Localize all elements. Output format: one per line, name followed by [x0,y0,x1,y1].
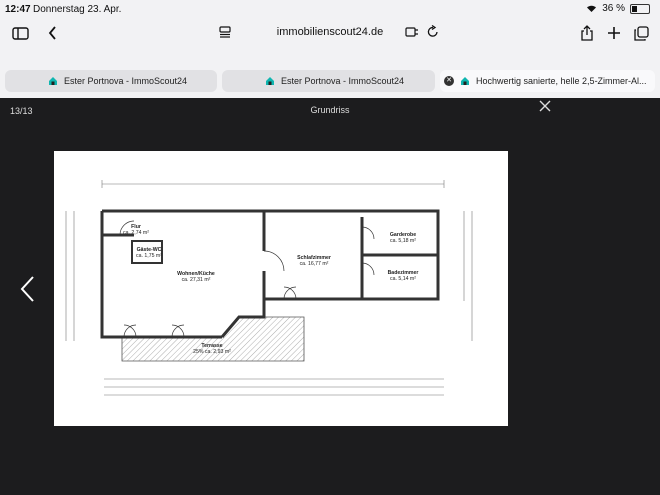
chevron-left-icon [48,26,56,40]
immoscout-favicon-icon [461,77,469,85]
status-date: Donnerstag 23. Apr. [33,4,122,15]
browser-chrome: 12:47 Donnerstag 23. Apr. 36 % immobilie… [0,0,660,98]
room-terrasse-area: 25% ca. 2,93 m² [193,349,231,355]
back-button[interactable] [42,22,64,44]
immoscout-favicon-icon [49,77,57,85]
share-icon [581,25,593,41]
gallery-header: 13/13 Grundriss [0,98,660,122]
address-bar[interactable]: immobilienscout24.de [213,20,447,46]
sidebar-toggle-button[interactable] [9,22,31,44]
share-button[interactable] [576,22,598,44]
room-garderobe-area: ca. 5,18 m² [390,238,416,244]
room-wc-area: ca. 1,75 m² [136,253,162,259]
tabs-icon [633,25,649,41]
tab-bar: Ester Portnova - ImmoScout24 Ester Portn… [5,70,655,92]
floorplan-drawing: Flur ca. 2,74 m² Gäste-WC ca. 1,75 m² Wo… [65,180,473,396]
room-schlafen-area: ca. 16,77 m² [300,261,329,267]
tab-label: Ester Portnova - ImmoScout24 [281,76,405,86]
tab-overview-button[interactable] [630,22,652,44]
wifi-icon [587,5,597,12]
status-bar: 12:47 Donnerstag 23. Apr. 36 % [0,0,660,20]
room-wohnen-area: ca. 27,31 m² [182,277,211,283]
extension-icon[interactable] [405,26,419,38]
battery-percent: 36 % [602,3,625,14]
immoscout-favicon-icon [266,77,274,85]
new-tab-button[interactable] [603,22,625,44]
tab-label: Ester Portnova - ImmoScout24 [64,76,188,86]
previous-image-icon[interactable] [18,275,38,303]
gallery-title: Grundriss [310,105,350,115]
sidebar-icon [11,26,29,40]
plus-icon [608,27,620,39]
reload-icon[interactable] [427,25,439,38]
status-indicators: 36 % [586,3,650,14]
close-icon[interactable] [537,98,553,114]
tab-close-icon[interactable]: ✕ [444,76,454,86]
tab-3-active[interactable]: ✕ Hochwertig sanierte, helle 2,5-Zimmer-… [440,70,655,92]
tab-1[interactable]: Ester Portnova - ImmoScout24 [5,70,217,92]
tab-2[interactable]: Ester Portnova - ImmoScout24 [222,70,435,92]
floorplan-image: Flur ca. 2,74 m² Gäste-WC ca. 1,75 m² Wo… [54,151,508,426]
battery-icon [630,3,650,14]
room-flur-area: ca. 2,74 m² [123,230,149,236]
room-bad-area: ca. 5,14 m² [390,276,416,282]
status-time: 12:47 [5,4,31,15]
tab-label: Hochwertig sanierte, helle 2,5-Zimmer-Al… [476,76,647,86]
